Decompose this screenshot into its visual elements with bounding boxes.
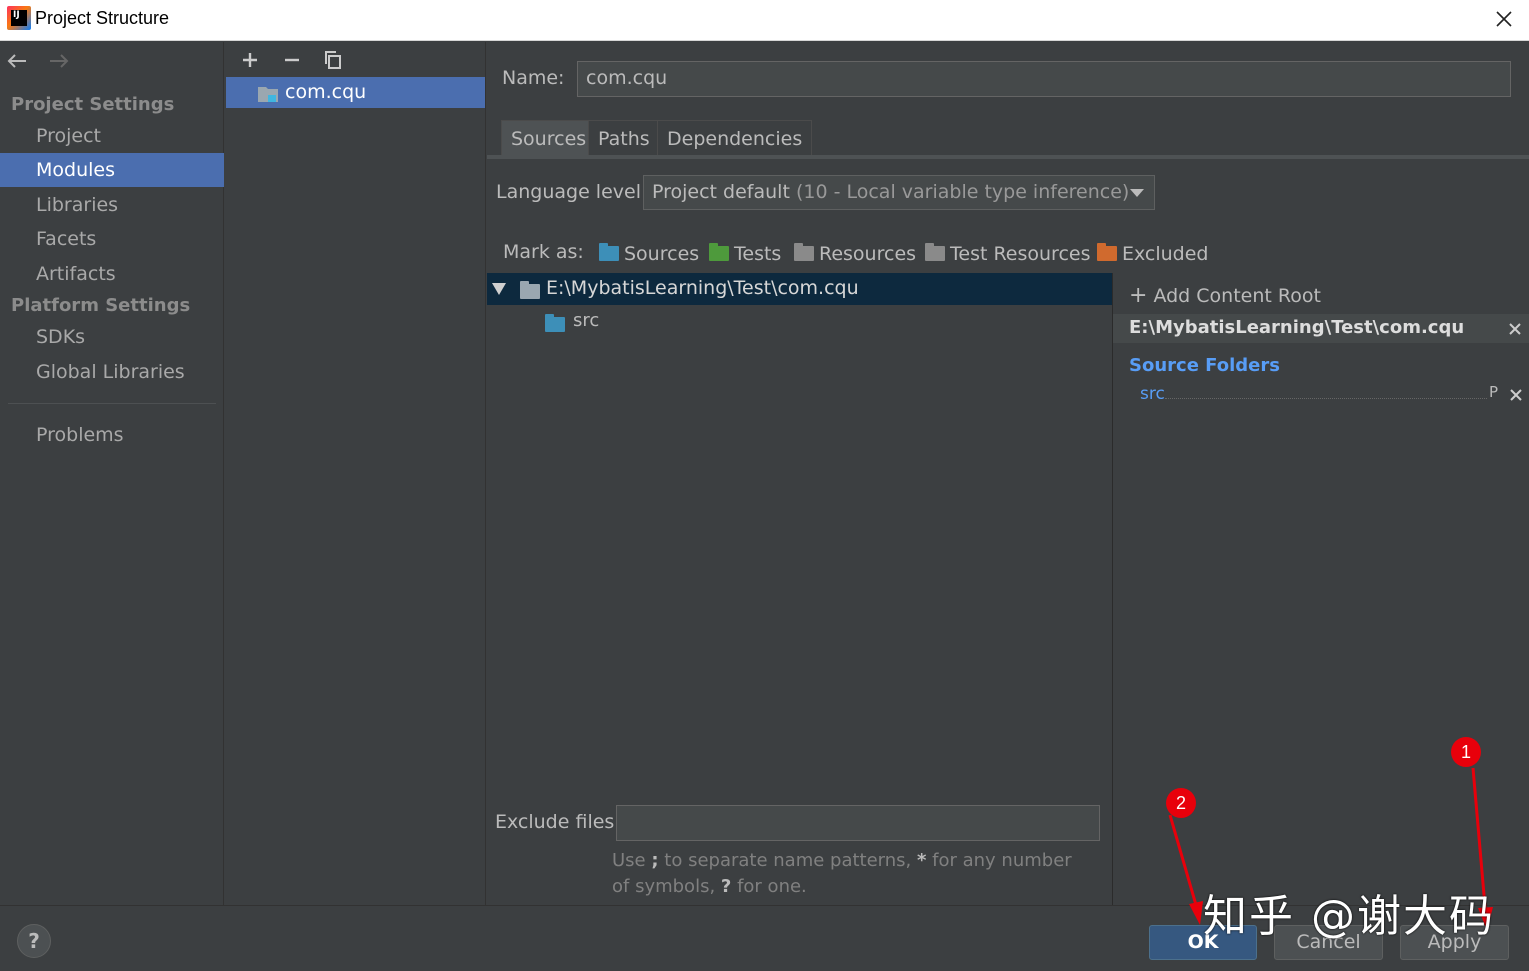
nav-item-sdks[interactable]: SDKs [0, 320, 224, 354]
remove-module-button[interactable] [277, 50, 307, 74]
annotation-badge-2: 2 [1166, 788, 1196, 818]
tab-sources[interactable]: Sources [501, 120, 597, 156]
sources-folder-icon [599, 243, 619, 261]
mark-as-test-resources-label: Test Resources [950, 243, 1091, 265]
tab-paths[interactable]: Paths [588, 120, 660, 156]
mark-as-excluded-button[interactable]: Excluded [1097, 243, 1209, 267]
mark-as-test-resources-button[interactable]: Test Resources [925, 243, 1091, 267]
exclude-files-field[interactable] [616, 805, 1100, 841]
back-arrow-icon[interactable] [6, 52, 34, 74]
name-label: Name: [502, 67, 565, 89]
copy-icon [325, 51, 342, 69]
module-list-panel: com.cqu [225, 42, 486, 905]
exclude-hint: Use ; to separate name patterns, * for a… [612, 850, 1072, 897]
excluded-folder-icon [1097, 243, 1117, 261]
plus-icon [243, 53, 257, 67]
watermark: 知乎 @谢大码 [1203, 891, 1495, 942]
tree-root-path: E:\MybatisLearning\Test\com.cqu [546, 277, 859, 299]
minus-icon [284, 58, 299, 62]
module-name-field[interactable]: com.cqu [577, 61, 1511, 97]
exclude-files-label: Exclude files: [495, 811, 621, 833]
close-window-button[interactable] [1489, 4, 1519, 34]
project-settings-header: Project Settings [11, 94, 175, 115]
nav-divider [8, 403, 216, 404]
tab-underline [487, 155, 1529, 159]
help-button[interactable]: ? [17, 924, 51, 958]
source-folder-src[interactable]: src [1140, 384, 1165, 404]
tab-dependencies[interactable]: Dependencies [657, 120, 813, 156]
language-level-dropdown[interactable]: Project default (10 - Local variable typ… [643, 175, 1155, 210]
remove-source-folder-icon[interactable] [1508, 387, 1524, 403]
resources-folder-icon [794, 243, 814, 261]
mark-as-sources-label: Sources [624, 243, 700, 265]
annotation-badge-1: 1 [1451, 737, 1481, 767]
package-prefix-icon[interactable]: P [1489, 383, 1498, 401]
expand-triangle-icon[interactable] [492, 283, 506, 295]
mark-as-sources-button[interactable]: Sources [599, 243, 699, 267]
platform-settings-header: Platform Settings [11, 295, 191, 316]
language-level-value: Project default [652, 181, 790, 203]
close-icon [1496, 11, 1512, 27]
nav-item-project[interactable]: Project [0, 119, 224, 153]
module-name: com.cqu [285, 81, 367, 103]
content-root-path: E:\MybatisLearning\Test\com.cqu [1129, 317, 1465, 338]
language-level-label: Language level: [496, 181, 648, 203]
source-folder-icon [545, 314, 565, 332]
mark-as-excluded-label: Excluded [1122, 243, 1209, 265]
chevron-down-icon [1130, 189, 1144, 197]
nav-item-libraries[interactable]: Libraries [0, 188, 224, 222]
add-module-button[interactable] [235, 50, 265, 74]
copy-module-button[interactable] [318, 50, 348, 74]
tree-item-src[interactable]: src [573, 310, 599, 331]
test-resources-folder-icon [925, 243, 945, 261]
window-title: Project Structure [35, 8, 170, 28]
title-bar: IJ Project Structure [0, 0, 1529, 41]
add-content-root-label: Add Content Root [1153, 285, 1321, 307]
module-folder-icon [258, 85, 278, 102]
source-folders-title: Source Folders [1129, 355, 1280, 376]
nav-item-problems[interactable]: Problems [0, 418, 224, 452]
module-item-com-cqu[interactable]: com.cqu [226, 77, 485, 108]
mark-as-resources-label: Resources [819, 243, 917, 265]
content-root-header: E:\MybatisLearning\Test\com.cqu [1113, 314, 1529, 343]
intellij-app-icon: IJ [7, 6, 31, 30]
module-details-panel: Name: com.cqu Sources Paths Dependencies… [487, 42, 1529, 905]
mark-as-label: Mark as: [503, 241, 584, 263]
nav-item-artifacts[interactable]: Artifacts [0, 257, 224, 291]
mark-as-tests-label: Tests [734, 243, 782, 265]
add-content-root-button[interactable]: + Add Content Root [1129, 283, 1321, 308]
forward-arrow-icon[interactable] [48, 52, 76, 74]
settings-nav: Project Settings Project Modules Librari… [0, 42, 224, 905]
nav-item-global-libraries[interactable]: Global Libraries [0, 355, 224, 389]
folder-icon [520, 281, 540, 299]
nav-item-facets[interactable]: Facets [0, 222, 224, 256]
mark-as-tests-button[interactable]: Tests [709, 243, 781, 267]
tests-folder-icon [709, 243, 729, 261]
content-tree: E:\MybatisLearning\Test\com.cqu src [487, 273, 1112, 802]
nav-item-modules[interactable]: Modules [0, 153, 224, 187]
tree-row-root[interactable]: E:\MybatisLearning\Test\com.cqu [487, 273, 1112, 305]
dotted-leader [1165, 398, 1487, 399]
remove-content-root-icon[interactable] [1507, 321, 1523, 337]
language-level-detail: (10 - Local variable type inference) [795, 181, 1130, 203]
plus-icon: + [1129, 283, 1148, 308]
mark-as-resources-button[interactable]: Resources [794, 243, 916, 267]
